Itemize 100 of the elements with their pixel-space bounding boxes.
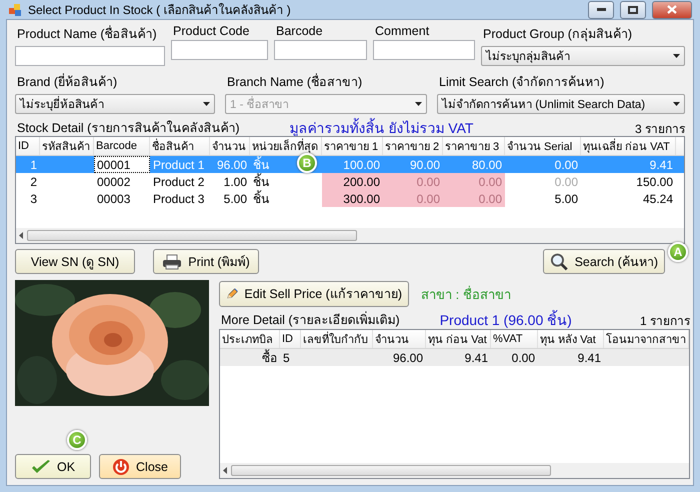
table-cell: 5.00 [554,192,578,206]
table-cell: 0.00 [478,174,502,188]
callout-badge: C [67,430,87,450]
table-cell: 90.00 [410,158,440,172]
table-cell: 2 [30,174,37,188]
table-cell: 5 [283,350,290,364]
field-label: Brand (ยี่ห้อสินค้า) [16,72,118,91]
table-cell: 0.00 [554,158,578,172]
view-sn-button[interactable]: View SN (ดู SN) [15,249,135,274]
table-cell: 00001 [97,158,130,172]
column-header[interactable]: จำนวน Serial [505,137,581,155]
branch-text: สาขา : ชื่อสาขา [421,284,511,304]
table-cell: 9.41 [578,350,601,364]
input-field[interactable] [274,40,367,60]
callout-badge: A [668,242,688,262]
column-header[interactable]: Barcode [94,137,150,155]
table-cell: 9.41 [464,350,488,364]
row-count: 3 รายการ [634,120,685,138]
table-cell: Product 3 [153,192,204,206]
column-header[interactable]: เลขที่ใบกำกับ [301,330,373,348]
dropdown-arrow-icon [415,102,422,106]
close-icon [667,5,677,14]
maximize-button[interactable] [620,0,646,18]
column-header[interactable]: จำนวน [373,330,426,348]
table-cell: ชิ้น [253,173,269,190]
scroll-left-arrow-icon[interactable] [19,232,23,239]
column-header[interactable]: ราคาขาย 3 [443,137,505,155]
checkmark-icon [30,458,51,474]
column-header[interactable]: ประเภทบิล [220,330,280,348]
maximize-icon [628,6,638,14]
column-header[interactable]: ทุน หลัง Vat [538,330,604,348]
product-text: Product 1 (96.00 ชิ้น) [440,309,572,330]
dropdown-arrow-icon [673,54,680,58]
table-cell: 0.00 [512,350,535,364]
table-cell: 100.00 [343,158,380,172]
table-cell: Product 1 [153,158,204,172]
minimize-button[interactable] [588,0,614,18]
table-cell: ชิ้น [253,156,269,173]
column-header[interactable]: %VAT [491,330,538,348]
section-label: More Detail (รายละเอียดเพิ่มเติม) [220,310,400,329]
table-row[interactable]: ซื้อ 5 96.00 9.41 0.00 9.41 [220,349,689,366]
input-field[interactable] [15,46,165,66]
horizontal-scrollbar[interactable] [220,463,689,478]
table-cell: 1 [30,158,37,172]
table-cell: 00003 [97,192,130,206]
close-button[interactable] [652,0,692,18]
field-label: Product Code [172,24,250,38]
table-cell: 5.00 [224,192,247,206]
table-cell: 300.00 [343,192,380,206]
printer-icon [162,254,182,270]
table-cell: 45.24 [642,192,673,206]
row-count: 1 รายการ [640,312,690,330]
column-header[interactable]: ID [280,330,301,348]
close-dialog-button[interactable]: Close [99,454,181,479]
ok-button[interactable]: OK [15,454,91,479]
column-header[interactable]: ราคาขาย 2 [383,137,443,155]
table-cell: 0.00 [478,192,502,206]
dropdown[interactable]: ไม่จำกัดการค้นหา (Unlimit Search Data) [437,94,685,114]
field-label: Product Name (ชื่อสินค้า) [16,24,158,43]
dropdown-arrow-icon [203,102,210,106]
column-header[interactable]: ราคาขาย 1 [322,137,383,155]
dropdown[interactable]: ไม่ระบุยี่ห้อสินค้า [15,94,215,114]
column-header[interactable]: รหัสสินค้า [40,137,94,155]
table-cell: 200.00 [343,174,380,188]
scroll-left-arrow-icon[interactable] [223,467,227,474]
input-field[interactable] [171,40,268,60]
table-cell: 1.00 [224,174,247,188]
column-header[interactable]: ทุน ก่อน Vat [426,330,491,348]
minimize-icon [596,8,606,11]
field-label: Barcode [275,24,324,38]
search-icon [550,252,569,272]
column-header[interactable]: ทุนเฉลี่ย ก่อน VAT [581,137,676,155]
print-button[interactable]: Print (พิมพ์) [153,249,259,274]
column-header[interactable]: ID [16,137,40,155]
table-cell: 3 [30,192,37,206]
column-header[interactable]: โอนมาจากสาขา [604,330,689,348]
table-cell: Product 2 [153,174,204,188]
horizontal-scrollbar[interactable] [16,228,684,243]
table-cell: 0.00 [416,192,440,206]
search-button[interactable]: Search (ค้นหา) [543,249,665,274]
section-label: Stock Detail (รายการสินค้าในคลังสินค้า) [16,120,240,137]
app-icon [8,2,22,16]
input-field[interactable] [373,40,475,60]
field-label: Branch Name (ชื่อสาขา) [226,72,364,91]
table-cell: 00002 [97,174,130,188]
table-cell: 96.00 [216,158,247,172]
table-cell: 9.41 [650,158,673,172]
table-cell: 150.00 [636,174,673,188]
table-cell: 0.00 [554,174,578,188]
power-icon [112,458,130,476]
field-label: Product Group (กลุ่มสินค้า) [482,26,634,44]
dropdown-arrow-icon [673,102,680,106]
column-header[interactable]: จำนวน [210,137,250,155]
dropdown[interactable]: ไม่ระบุกลุ่มสินค้า [481,46,685,66]
column-header[interactable]: ชื่อสินค้า [150,137,210,155]
field-label: Limit Search (จำกัดการค้นหา) [438,74,606,91]
table-cell: 0.00 [416,174,440,188]
table-cell: 96.00 [392,350,423,364]
note-text: มูลค่ารวมทั้งสิ้น ยังไม่รวม VAT [290,117,474,138]
edit-price-button[interactable]: Edit Sell Price (แก้ราคาขาย) [219,281,409,307]
